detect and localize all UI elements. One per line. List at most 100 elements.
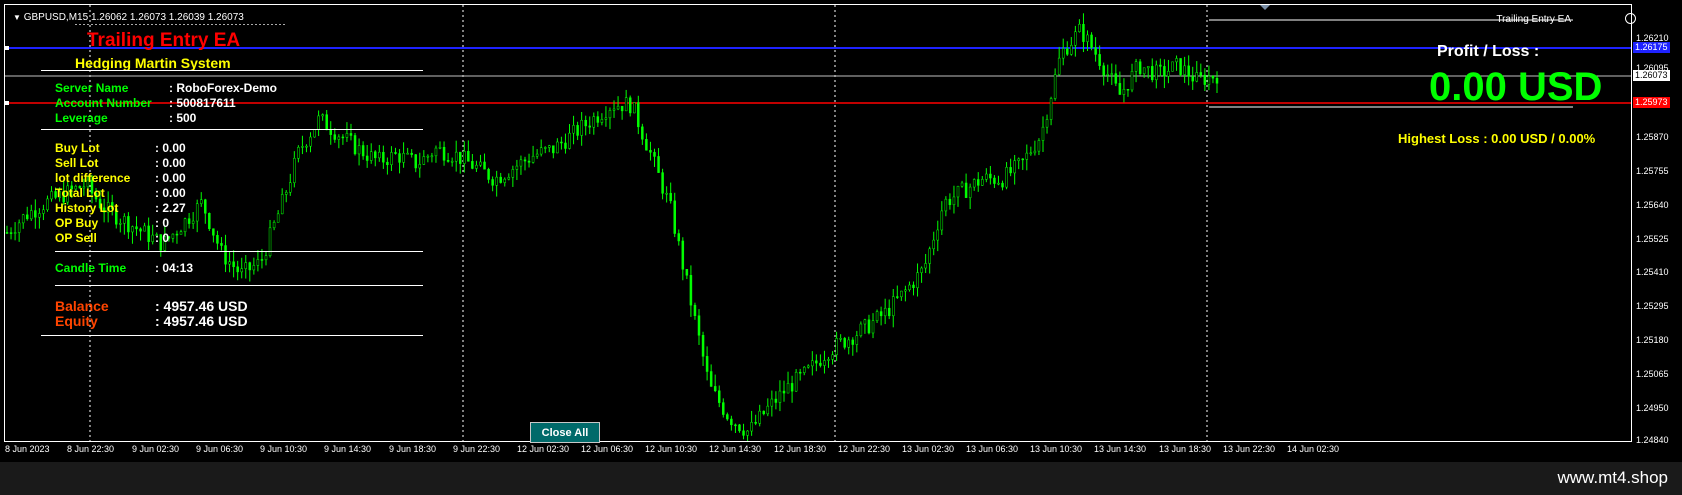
candle-body [487, 168, 490, 180]
time-tick: 13 Jun 18:30 [1159, 444, 1212, 454]
time-tick: 13 Jun 06:30 [966, 444, 1019, 454]
time-axis: 8 Jun 2023 8 Jun 22:30 9 Jun 02:30 9 Jun… [4, 442, 1632, 458]
candle-body [527, 160, 531, 163]
candle-body [908, 284, 911, 291]
server-value: : RoboForex-Demo [169, 81, 277, 95]
candle-body [989, 173, 992, 179]
candle-body [993, 177, 996, 184]
candle-body [301, 146, 304, 148]
candle-body [171, 233, 175, 239]
price-tick: 1.24840 [1636, 435, 1669, 445]
candle-body [1195, 72, 1199, 82]
candle-body [260, 259, 264, 261]
candle-body [333, 134, 337, 140]
candle-body [624, 97, 628, 112]
price-tick: 1.25065 [1636, 369, 1669, 379]
candle-body [515, 165, 519, 170]
red-level-marker [5, 101, 9, 105]
candle-body [896, 296, 899, 298]
candle-body [252, 265, 256, 271]
candle-body [289, 182, 292, 193]
candle-body [786, 383, 790, 394]
candle-body [689, 275, 693, 306]
candle-body [1183, 65, 1186, 75]
candle-body [325, 114, 328, 131]
candle-body [1134, 61, 1138, 72]
candle-body [1138, 61, 1142, 75]
candle-body [1110, 73, 1114, 75]
candle-body [948, 198, 952, 205]
candle-body [240, 268, 243, 273]
candle-body [434, 147, 438, 157]
time-tick: 12 Jun 10:30 [645, 444, 698, 454]
candle-body [887, 307, 891, 317]
candle-body [479, 161, 482, 166]
candle-body [912, 284, 915, 289]
candle-body [139, 228, 142, 232]
candle-body [463, 151, 466, 164]
candle-body [900, 290, 903, 298]
candle-body [175, 233, 179, 236]
candle-body [402, 153, 405, 163]
candle-body [920, 267, 923, 273]
candle-body [228, 261, 231, 265]
candle-body [1086, 34, 1089, 42]
equity-value: : 4957.46 USD [155, 313, 248, 329]
chart-menu-arrow-icon[interactable]: ▼ [13, 13, 21, 22]
candle-body [560, 141, 563, 144]
candle-body [855, 335, 859, 345]
candle-body [272, 222, 276, 229]
candle-body [879, 311, 883, 317]
candle-body [628, 97, 632, 114]
total-lot-value: : 0.00 [155, 186, 186, 200]
candle-body [572, 125, 575, 134]
candle-body [782, 390, 786, 394]
close-all-button[interactable]: Close All [530, 422, 600, 443]
candle-body [386, 161, 389, 165]
candle-body [742, 430, 745, 436]
candle-body [1078, 24, 1081, 33]
candle-body [1179, 58, 1182, 75]
candle-body [293, 158, 296, 183]
candle-body [924, 263, 927, 269]
candle-body [135, 226, 138, 230]
candle-body [778, 390, 782, 403]
candle-time-label: Candle Time [55, 261, 127, 275]
panel-divider [41, 129, 423, 130]
total-lot-label: Total Lot [55, 186, 105, 200]
panel-divider [41, 335, 423, 336]
candle-body [1130, 71, 1134, 91]
price-tick: 1.25525 [1636, 234, 1669, 244]
price-tick: 1.25410 [1636, 267, 1669, 277]
candle-body [1211, 75, 1215, 79]
candle-body [191, 220, 195, 224]
sell-lot-value: : 0.00 [155, 156, 186, 170]
candle-body [1090, 34, 1093, 48]
candle-body [1199, 72, 1203, 76]
candle-body [738, 424, 741, 432]
candle-body [952, 196, 956, 205]
time-tick: 12 Jun 18:30 [774, 444, 827, 454]
candle-body [394, 152, 397, 154]
candle-body [1001, 182, 1004, 188]
candle-body [1102, 65, 1105, 76]
price-tick: 1.25870 [1636, 132, 1669, 142]
panel-title: Trailing Entry EA [87, 30, 241, 51]
chart-area[interactable]: Trailing Entry EA Hedging Martin System … [4, 4, 1636, 443]
candle-body [1215, 77, 1219, 84]
shift-marker-icon [1260, 5, 1270, 10]
candle-body [147, 225, 150, 242]
candle-body [151, 234, 154, 242]
candle-body [596, 116, 600, 123]
candle-body [673, 200, 676, 234]
candle-body [499, 176, 502, 183]
time-tick: 9 Jun 18:30 [389, 444, 437, 454]
candle-body [280, 194, 284, 215]
time-tick: 12 Jun 22:30 [838, 444, 891, 454]
candle-body [357, 145, 361, 155]
candle-body [317, 115, 320, 130]
account-value: : 500817611 [169, 96, 236, 110]
candle-body [1013, 160, 1016, 174]
candle-body [523, 159, 527, 162]
candle-body [406, 152, 409, 155]
